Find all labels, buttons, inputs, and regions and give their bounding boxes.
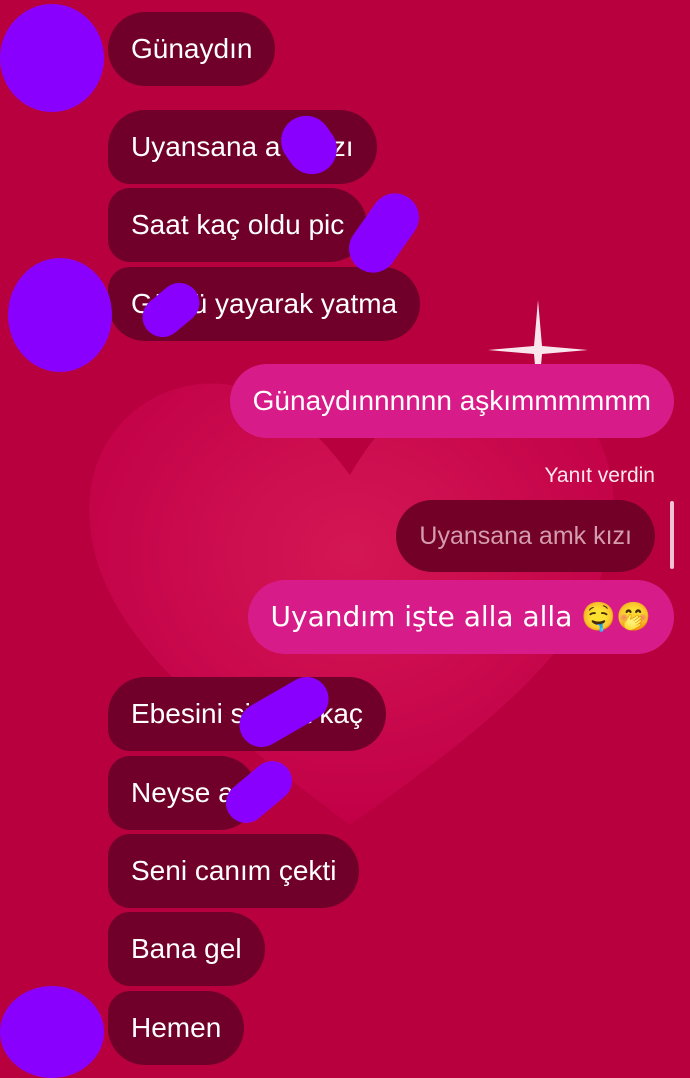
message-text: Seni canım çekti (131, 855, 337, 886)
message-text: Neyse a (131, 777, 234, 808)
message-bubble-outgoing[interactable]: Uyandım işte alla alla 🤤🤭 (247, 580, 674, 654)
quoted-message[interactable]: Uyansana amk kızı (396, 500, 655, 572)
avatar-redacted[interactable] (0, 4, 104, 112)
message-bubble-incoming[interactable]: Günaydın (108, 12, 276, 86)
message-bubble-incoming[interactable]: Seni canım çekti (108, 834, 360, 908)
message-text: Gö nü yayarak yatma (131, 288, 398, 319)
message-text: Günaydınnnnnn aşkımmmmmm (252, 385, 651, 416)
message-text: Ebesini si saat kaç (131, 698, 363, 729)
message-text: Günaydın (131, 33, 253, 64)
message-text: Hemen (131, 1012, 222, 1043)
message-text: Saat kaç oldu pic (131, 209, 345, 240)
reply-indicator-bar (670, 501, 674, 569)
message-bubble-incoming[interactable]: Uyansana a k kızı (108, 110, 377, 184)
avatar-redacted[interactable] (8, 258, 112, 372)
message-text: Uyandım işte alla alla 🤤🤭 (270, 600, 651, 633)
message-bubble-incoming[interactable]: Hemen (108, 991, 245, 1065)
reply-caption: Yanıt verdin (544, 464, 655, 487)
message-bubble-outgoing[interactable]: Günaydınnnnnn aşkımmmmmm (229, 364, 674, 438)
quoted-text: Uyansana amk kızı (419, 522, 632, 550)
message-bubble-incoming[interactable]: Gö nü yayarak yatma (108, 267, 421, 341)
message-text: Uyansana a k kızı (131, 131, 354, 162)
avatar-redacted[interactable] (0, 986, 104, 1078)
message-bubble-incoming[interactable]: Bana gel (108, 912, 265, 986)
message-bubble-incoming[interactable]: Ebesini si saat kaç (108, 677, 386, 751)
message-text: Bana gel (131, 933, 242, 964)
message-bubble-incoming[interactable]: Neyse a (108, 756, 257, 830)
message-bubble-incoming[interactable]: Saat kaç oldu pic (108, 188, 368, 262)
